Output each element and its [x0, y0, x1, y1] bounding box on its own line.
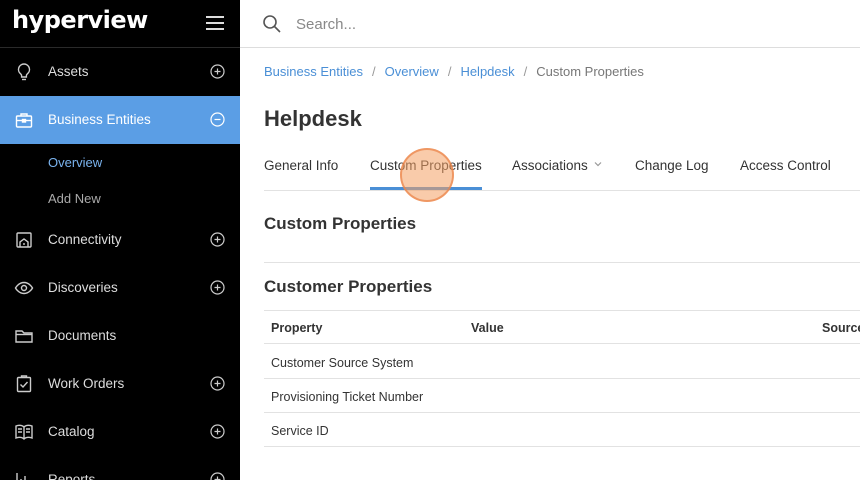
property-name: Service ID [271, 424, 329, 438]
table-row[interactable]: Service ID [264, 413, 860, 447]
tabs-divider [264, 190, 860, 191]
table-header-row: Property Value Source [264, 310, 860, 344]
expand-plus-icon[interactable] [210, 472, 225, 480]
section-title-customer-properties: Customer Properties [264, 277, 433, 296]
search-icon[interactable] [262, 14, 282, 34]
sidebar-item-label: Catalog [48, 424, 95, 439]
breadcrumb-business-entities[interactable]: Business Entities [264, 64, 363, 79]
eye-icon [14, 281, 34, 295]
tab-label: Custom Properties [370, 158, 482, 173]
tab-associations[interactable]: Associations [512, 158, 602, 190]
folder-icon [15, 330, 33, 343]
sidebar-item-reports[interactable]: Reports [0, 456, 240, 480]
expand-plus-icon[interactable] [210, 64, 225, 79]
breadcrumb-separator: / [447, 64, 452, 79]
tab-label: General Info [264, 158, 339, 173]
table-row[interactable]: Customer Source System [264, 345, 860, 379]
sidebar-item-label: Connectivity [48, 232, 122, 247]
sidebar-item-label: Work Orders [48, 376, 125, 391]
tab-label: Access Control [740, 158, 831, 173]
breadcrumb-separator: / [523, 64, 528, 79]
menu-toggle-icon[interactable] [206, 16, 224, 30]
sidebar: hyperview Assets Business Entities Overv… [0, 0, 240, 480]
sidebar-item-business-entities[interactable]: Business Entities [0, 96, 240, 144]
tab-access-control[interactable]: Access Control [740, 158, 831, 190]
clipboard-check-icon [16, 375, 32, 393]
chart-icon [16, 473, 26, 480]
sidebar-item-label: Documents [48, 328, 117, 343]
main-content: Business Entities / Overview / Helpdesk / Cust… [240, 48, 860, 480]
column-header-property[interactable]: Property [271, 321, 322, 335]
chevron-down-icon [594, 162, 602, 167]
sidebar-item-assets[interactable]: Assets [0, 48, 240, 96]
sidebar-item-work-orders[interactable]: Work Orders [0, 360, 240, 408]
sidebar-item-label: Assets [48, 64, 89, 79]
expand-plus-icon[interactable] [210, 376, 225, 391]
breadcrumb-overview[interactable]: Overview [385, 64, 439, 79]
search-input[interactable] [296, 11, 816, 37]
sidebar-item-label: Business Entities [48, 112, 151, 127]
book-icon [15, 424, 33, 440]
section-divider [264, 262, 860, 263]
building-icon [16, 232, 32, 248]
top-bar [240, 0, 860, 48]
property-name: Provisioning Ticket Number [271, 390, 424, 404]
tab-general-info[interactable]: General Info [264, 158, 338, 190]
tab-label: Associations [512, 158, 588, 173]
sidebar-item-documents[interactable]: Documents [0, 312, 240, 360]
tab-change-log[interactable]: Change Log [635, 158, 709, 190]
briefcase-icon [15, 113, 33, 128]
expand-plus-icon[interactable] [210, 424, 225, 439]
sidebar-item-connectivity[interactable]: Connectivity [0, 216, 240, 264]
page-title: Helpdesk [264, 106, 362, 131]
hyperview-logo[interactable]: hyperview [12, 6, 148, 34]
property-name: Customer Source System [271, 356, 414, 370]
column-header-source[interactable]: Source [822, 321, 860, 335]
breadcrumb-separator: / [372, 64, 376, 79]
section-title-custom-properties: Custom Properties [264, 214, 417, 233]
sidebar-subitem-overview[interactable]: Overview [48, 155, 102, 170]
brand-header: hyperview [0, 0, 240, 48]
collapse-minus-icon[interactable] [210, 112, 225, 127]
lightbulb-icon [17, 63, 31, 81]
expand-plus-icon[interactable] [210, 232, 225, 247]
breadcrumb-helpdesk[interactable]: Helpdesk [460, 64, 514, 79]
breadcrumb: Business Entities / Overview / Helpdesk / Cust… [264, 64, 644, 79]
tab-custom-properties[interactable]: Custom Properties [370, 158, 482, 190]
sidebar-item-label: Discoveries [48, 280, 118, 295]
sidebar-item-label: Reports [48, 472, 96, 480]
breadcrumb-current: Custom Properties [536, 64, 644, 79]
tab-label: Change Log [635, 158, 709, 173]
expand-plus-icon[interactable] [210, 280, 225, 295]
sidebar-item-discoveries[interactable]: Discoveries [0, 264, 240, 312]
sidebar-subitem-add-new[interactable]: Add New [48, 191, 101, 206]
column-header-value[interactable]: Value [471, 321, 504, 335]
table-row[interactable]: Provisioning Ticket Number [264, 379, 860, 413]
sidebar-item-catalog[interactable]: Catalog [0, 408, 240, 456]
